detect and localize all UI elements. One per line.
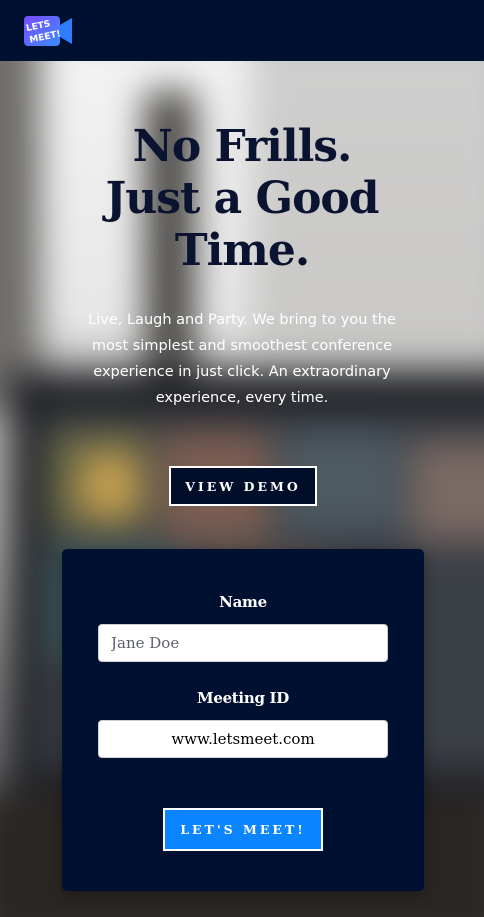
name-label: Name (219, 593, 267, 611)
lets-meet-logo-icon[interactable]: LETS MEET! (22, 13, 74, 49)
lets-meet-button[interactable]: LET'S MEET! (163, 808, 323, 851)
meeting-id-label: Meeting ID (197, 689, 289, 707)
meeting-id-input[interactable] (98, 720, 388, 758)
name-input[interactable] (98, 624, 388, 662)
headline-line-3: Time. (174, 225, 310, 276)
headline-line-1: No Frills. (132, 121, 353, 172)
headline-line-2: Just a Good (105, 173, 379, 224)
hero-headline: No Frills. Just a Good Time. (0, 121, 484, 277)
hero-section: No Frills. Just a Good Time. Live, Laugh… (0, 61, 484, 917)
navbar: LETS MEET! (0, 0, 484, 61)
view-demo-button[interactable]: VIEW DEMO (169, 466, 317, 506)
hero-subtext: Live, Laugh and Party. We bring to you t… (88, 312, 396, 406)
join-meeting-form: Name Meeting ID LET'S MEET! (62, 549, 424, 891)
